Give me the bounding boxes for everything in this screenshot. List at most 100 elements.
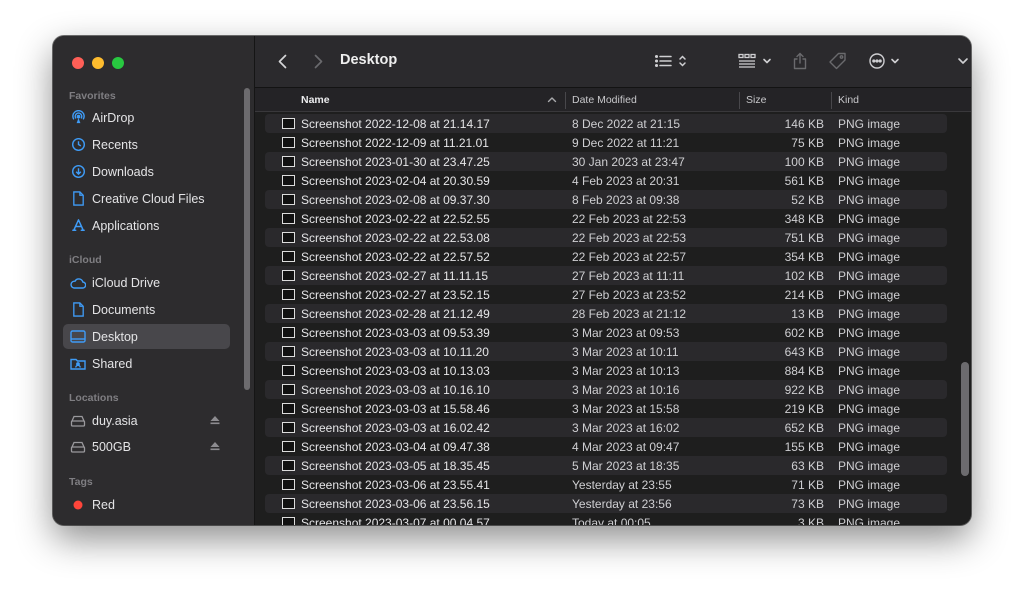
file-size: 146 KB xyxy=(784,117,824,131)
sidebar-item-label: Desktop xyxy=(92,329,138,344)
file-kind: PNG image xyxy=(838,440,901,454)
column-divider[interactable] xyxy=(831,92,832,109)
sidebar-item-icloud-drive[interactable]: iCloud Drive xyxy=(63,270,230,295)
sidebar-item-tag-red[interactable]: Red xyxy=(63,492,230,517)
share-icon xyxy=(793,52,807,70)
action-menu-button[interactable] xyxy=(867,49,905,73)
file-thumbnail-icon xyxy=(282,365,295,376)
sidebar-item-documents[interactable]: Documents xyxy=(63,297,230,322)
file-kind: PNG image xyxy=(838,459,901,473)
tags-button[interactable] xyxy=(826,49,850,73)
file-size: 751 KB xyxy=(784,231,824,245)
file-row[interactable]: Screenshot 2023-01-30 at 23.47.25 30 Jan … xyxy=(265,152,947,171)
eject-icon[interactable] xyxy=(209,440,221,452)
file-row[interactable]: Screenshot 2023-02-27 at 23.52.15 27 Feb … xyxy=(265,285,947,304)
column-header-date-modified[interactable]: Date Modified xyxy=(572,94,637,106)
file-row[interactable]: Screenshot 2023-02-22 at 22.57.52 22 Feb … xyxy=(265,247,947,266)
file-row[interactable]: Screenshot 2023-03-03 at 09.53.39 3 Mar 2… xyxy=(265,323,947,342)
file-row[interactable]: Screenshot 2023-03-03 at 10.11.20 3 Mar 2… xyxy=(265,342,947,361)
chevron-right-icon xyxy=(314,54,322,68)
column-divider[interactable] xyxy=(565,92,566,109)
window-title: Desktop xyxy=(340,52,398,68)
file-date: Yesterday at 23:56 xyxy=(572,497,672,511)
file-row[interactable]: Screenshot 2023-02-27 at 11.11.15 27 Feb … xyxy=(265,266,947,285)
share-button[interactable] xyxy=(790,49,810,73)
file-thumbnail-icon xyxy=(282,270,295,281)
file-kind: PNG image xyxy=(838,307,901,321)
file-kind: PNG image xyxy=(838,155,901,169)
column-divider[interactable] xyxy=(739,92,740,109)
file-date: 3 Mar 2023 at 10:13 xyxy=(572,364,680,378)
file-size: 13 KB xyxy=(791,307,824,321)
close-window-button[interactable] xyxy=(72,57,84,69)
file-row[interactable]: Screenshot 2023-02-28 at 21.12.49 28 Feb … xyxy=(265,304,947,323)
file-row[interactable]: Screenshot 2023-02-04 at 20.30.59 4 Feb 2… xyxy=(265,171,947,190)
file-thumbnail-icon xyxy=(282,289,295,300)
column-header-kind[interactable]: Kind xyxy=(838,94,859,106)
sidebar-item-label: Applications xyxy=(92,218,160,233)
document-icon xyxy=(70,191,86,207)
file-row[interactable]: Screenshot 2022-12-08 at 21.14.17 8 Dec 2… xyxy=(265,114,947,133)
file-row[interactable]: Screenshot 2023-03-06 at 23.55.41 Yesterd… xyxy=(265,475,947,494)
file-row[interactable]: Screenshot 2023-02-22 at 22.53.08 22 Feb … xyxy=(265,228,947,247)
file-row[interactable]: Screenshot 2023-03-06 at 23.56.15 Yesterd… xyxy=(265,494,947,513)
view-options-button[interactable] xyxy=(653,49,691,73)
file-name: Screenshot 2023-03-06 at 23.55.41 xyxy=(301,478,490,492)
file-date: 4 Mar 2023 at 09:47 xyxy=(572,440,680,454)
sidebar-item-desktop[interactable]: Desktop xyxy=(63,324,230,349)
column-header-size[interactable]: Size xyxy=(746,94,766,106)
file-name: Screenshot 2023-03-03 at 10.13.03 xyxy=(301,364,490,378)
sidebar-item-label: Documents xyxy=(92,302,156,317)
sidebar-scrollbar[interactable] xyxy=(244,88,250,390)
file-size: 100 KB xyxy=(784,155,824,169)
sort-ascending-icon xyxy=(547,97,557,103)
file-size: 354 KB xyxy=(784,250,824,264)
file-date: 5 Mar 2023 at 18:35 xyxy=(572,459,680,473)
minimize-window-button[interactable] xyxy=(92,57,104,69)
file-name: Screenshot 2023-01-30 at 23.47.25 xyxy=(301,155,490,169)
sidebar-item-duy-asia[interactable]: duy.asia xyxy=(63,408,230,433)
grid-group-icon xyxy=(738,53,771,68)
file-row[interactable]: Screenshot 2023-03-03 at 16.02.42 3 Mar 2… xyxy=(265,418,947,437)
file-row[interactable]: Screenshot 2023-02-22 at 22.52.55 22 Feb … xyxy=(265,209,947,228)
sidebar-item-shared[interactable]: Shared xyxy=(63,351,230,376)
file-row[interactable]: Screenshot 2023-03-03 at 15.58.46 3 Mar 2… xyxy=(265,399,947,418)
file-row[interactable]: Screenshot 2023-03-03 at 10.13.03 3 Mar 2… xyxy=(265,361,947,380)
applications-icon xyxy=(70,218,86,234)
sidebar-item-500gb[interactable]: 500GB xyxy=(63,434,230,459)
file-name: Screenshot 2023-03-03 at 10.11.20 xyxy=(301,345,489,359)
sidebar-item-label: AirDrop xyxy=(92,110,135,125)
finder-window: Favorites AirDrop Recents Downloads Crea… xyxy=(53,36,971,525)
file-list-scrollbar[interactable] xyxy=(961,362,969,476)
sidebar-item-recents[interactable]: Recents xyxy=(63,132,230,157)
group-by-button[interactable] xyxy=(737,49,775,73)
file-thumbnail-icon xyxy=(282,479,295,490)
file-size: 102 KB xyxy=(784,269,824,283)
column-header-name[interactable]: Name xyxy=(301,94,330,106)
forward-button[interactable] xyxy=(308,49,328,73)
sidebar-item-downloads[interactable]: Downloads xyxy=(63,159,230,184)
toolbar-overflow-button[interactable] xyxy=(953,49,971,73)
sidebar-item-label: Shared xyxy=(92,356,133,371)
sidebar-item-applications[interactable]: Applications xyxy=(63,213,230,238)
eject-icon[interactable] xyxy=(209,414,221,426)
file-row[interactable]: Screenshot 2023-02-08 at 09.37.30 8 Feb 2… xyxy=(265,190,947,209)
file-row[interactable]: Screenshot 2023-03-05 at 18.35.45 5 Mar 2… xyxy=(265,456,947,475)
file-row[interactable]: Screenshot 2023-03-07 at 00.04.57 Today a… xyxy=(265,513,947,525)
shared-folder-icon xyxy=(70,356,86,372)
sidebar-item-airdrop[interactable]: AirDrop xyxy=(63,105,230,130)
file-date: 9 Dec 2022 at 11:21 xyxy=(572,136,680,150)
file-size: 155 KB xyxy=(784,440,824,454)
desktop-icon xyxy=(70,329,86,345)
zoom-window-button[interactable] xyxy=(112,57,124,69)
file-row[interactable]: Screenshot 2023-03-04 at 09.47.38 4 Mar 2… xyxy=(265,437,947,456)
back-button[interactable] xyxy=(272,49,292,73)
file-date: 22 Feb 2023 at 22:53 xyxy=(572,212,687,226)
file-size: 73 KB xyxy=(791,497,824,511)
file-thumbnail-icon xyxy=(282,156,295,167)
file-kind: PNG image xyxy=(838,497,901,511)
sidebar-item-creative-cloud-files[interactable]: Creative Cloud Files xyxy=(63,186,230,211)
file-thumbnail-icon xyxy=(282,441,295,452)
file-row[interactable]: Screenshot 2023-03-03 at 10.16.10 3 Mar 2… xyxy=(265,380,947,399)
file-row[interactable]: Screenshot 2022-12-09 at 11.21.01 9 Dec 2… xyxy=(265,133,947,152)
